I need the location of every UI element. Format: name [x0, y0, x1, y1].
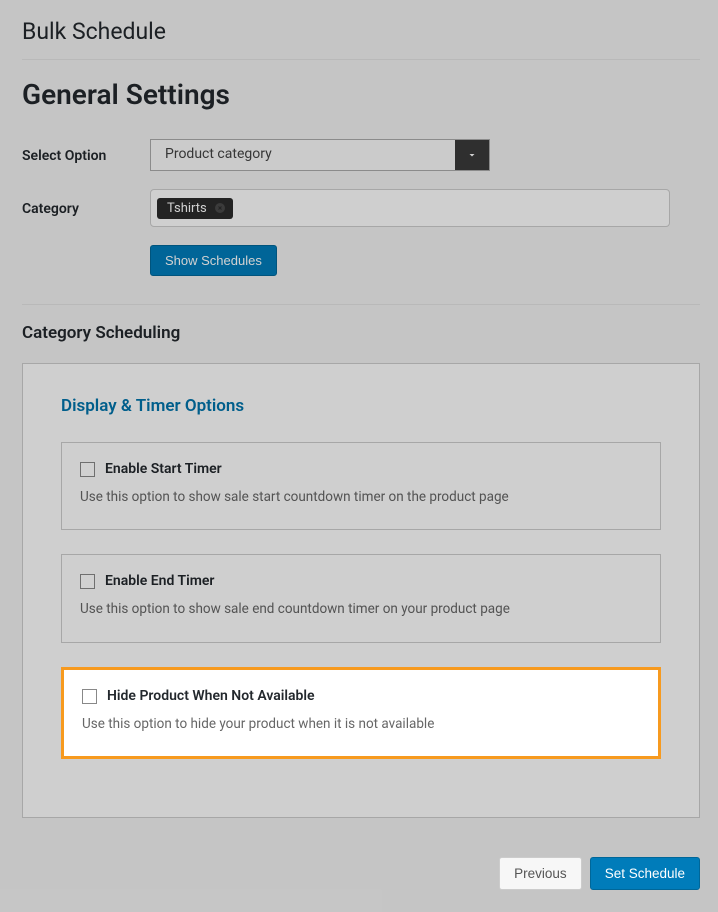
divider	[22, 304, 700, 305]
category-input[interactable]: Tshirts	[150, 189, 670, 227]
chevron-down-icon	[455, 140, 489, 170]
hide-product-checkbox[interactable]	[82, 689, 97, 704]
enable-start-timer-label: Enable Start Timer	[105, 461, 222, 477]
hide-product-desc: Use this option to hide your product whe…	[82, 714, 640, 734]
enable-end-timer-card: Enable End Timer Use this option to show…	[61, 554, 661, 642]
category-label: Category	[22, 199, 150, 217]
general-settings-heading: General Settings	[22, 78, 700, 111]
category-tag[interactable]: Tshirts	[157, 198, 233, 219]
panel-title: Display & Timer Options	[61, 396, 661, 416]
previous-button[interactable]: Previous	[499, 857, 582, 890]
enable-end-timer-label: Enable End Timer	[105, 573, 214, 589]
select-option-label: Select Option	[22, 146, 150, 164]
set-schedule-button[interactable]: Set Schedule	[590, 857, 700, 890]
close-icon[interactable]	[213, 201, 227, 215]
footer-buttons: Previous Set Schedule	[499, 857, 700, 890]
category-scheduling-heading: Category Scheduling	[22, 323, 700, 343]
divider	[22, 59, 700, 60]
show-schedules-button[interactable]: Show Schedules	[150, 245, 277, 276]
select-option-row: Select Option Product category	[22, 139, 700, 171]
select-option-dropdown[interactable]: Product category	[150, 139, 490, 171]
select-option-value: Product category	[151, 140, 455, 170]
category-tag-label: Tshirts	[167, 201, 207, 216]
enable-start-timer-checkbox[interactable]	[80, 462, 95, 477]
display-timer-panel: Display & Timer Options Enable Start Tim…	[22, 363, 700, 818]
page-title: Bulk Schedule	[22, 18, 700, 45]
enable-end-timer-desc: Use this option to show sale end countdo…	[80, 599, 642, 619]
enable-start-timer-card: Enable Start Timer Use this option to sh…	[61, 442, 661, 530]
category-row: Category Tshirts	[22, 189, 700, 227]
hide-product-label: Hide Product When Not Available	[107, 688, 315, 704]
hide-product-card: Hide Product When Not Available Use this…	[61, 667, 661, 759]
enable-start-timer-desc: Use this option to show sale start count…	[80, 487, 642, 507]
enable-end-timer-checkbox[interactable]	[80, 574, 95, 589]
